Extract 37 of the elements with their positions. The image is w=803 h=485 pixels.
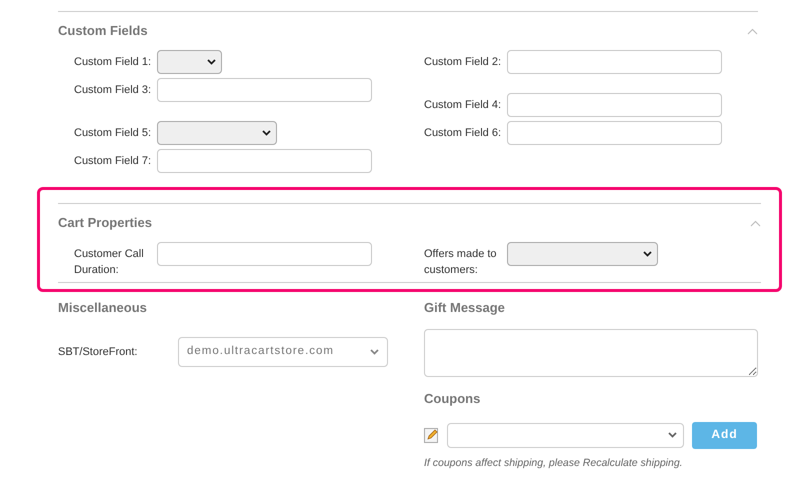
field-label: Customer Call Duration:	[73, 246, 145, 278]
caret-icon	[668, 432, 677, 438]
input-field[interactable]	[157, 148, 372, 173]
select-field[interactable]: demo.ultracartstore.com	[178, 336, 388, 367]
section-title: Gift Message	[424, 300, 506, 317]
input-field[interactable]	[507, 92, 722, 117]
hint-text: If coupons affect shipping, please Recalculate shipping.	[424, 456, 684, 470]
caret-icon	[262, 130, 271, 136]
select-field[interactable]	[157, 120, 277, 145]
coupon-select[interactable]	[447, 422, 684, 448]
section-title: Cart Properties	[58, 214, 152, 232]
caret-icon	[370, 348, 379, 355]
field-label: Custom Field 5:	[73, 126, 152, 141]
section-title: Custom Fields	[58, 23, 148, 40]
input-field[interactable]	[507, 120, 722, 145]
field-label: Custom Field 2:	[423, 54, 502, 70]
section-title: Coupons	[424, 390, 482, 408]
field-label: Custom Field 7:	[73, 154, 152, 169]
field-label: SBT/StoreFront:	[58, 344, 138, 359]
field-label: Custom Field 3:	[73, 82, 152, 98]
field-label: Offers made to customers:	[423, 246, 498, 278]
input-field[interactable]	[507, 50, 722, 74]
field-label: Custom Field 1:	[73, 54, 152, 70]
select-field[interactable]	[157, 50, 222, 74]
select-field[interactable]	[507, 242, 658, 266]
section-title: Miscellaneous	[58, 300, 148, 317]
collapse-icon[interactable]	[750, 220, 761, 227]
input-field[interactable]	[157, 242, 372, 266]
caret-icon	[207, 58, 216, 65]
caret-icon	[643, 250, 652, 257]
field-label: Custom Field 4:	[423, 98, 502, 113]
collapse-icon[interactable]	[747, 28, 758, 35]
pencil-icon[interactable]	[424, 427, 439, 444]
input-field[interactable]	[157, 78, 372, 102]
message-field[interactable]	[424, 328, 758, 377]
add-button[interactable]: Add	[692, 422, 757, 449]
field-label: Custom Field 6:	[423, 126, 502, 141]
